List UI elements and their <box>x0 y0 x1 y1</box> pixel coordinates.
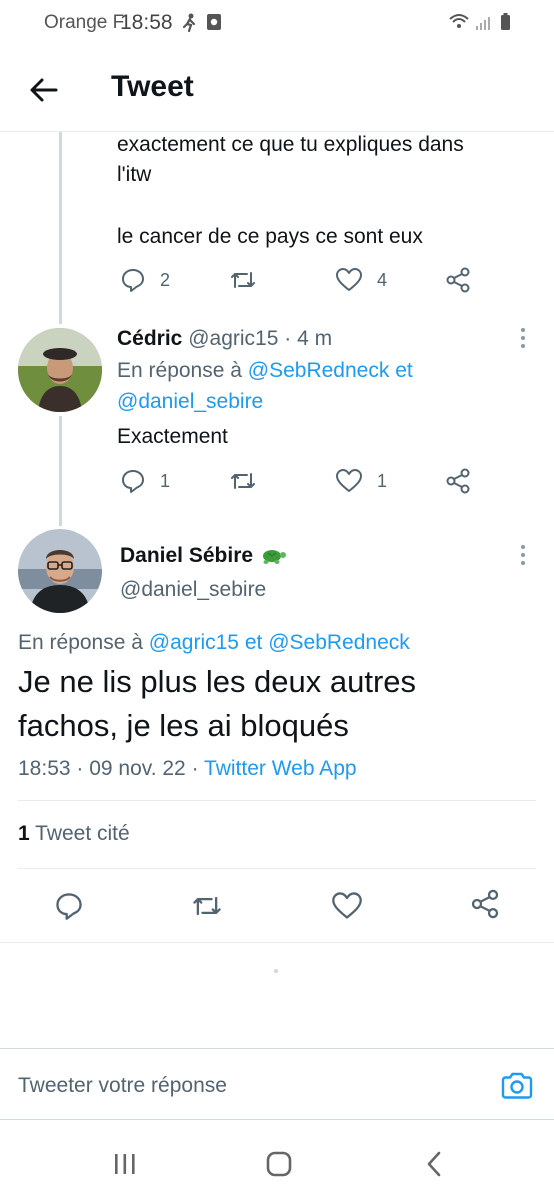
handle[interactable]: @daniel_sebire <box>120 574 266 605</box>
loading-indicator <box>274 969 278 973</box>
reply-icon <box>56 893 82 920</box>
running-icon <box>182 13 196 33</box>
like-count: 4 <box>377 269 388 290</box>
share-icon <box>446 468 470 494</box>
like-button[interactable]: 4 <box>335 265 387 295</box>
reply-count: 1 <box>160 470 171 491</box>
in-reply-to: En réponse à @agric15 et @SebRedneck <box>18 627 410 658</box>
reply-author-row: Cédric @agric15 · 4 m <box>117 323 332 354</box>
handle[interactable]: @agric15 <box>188 327 278 350</box>
reply-count: 2 <box>160 269 171 290</box>
share-icon <box>471 889 499 919</box>
page-title: Tweet <box>111 70 194 103</box>
reply-button[interactable]: 1 <box>120 466 170 496</box>
home-icon[interactable] <box>265 1150 293 1178</box>
status-bar: Orange F 18:58 <box>0 0 554 46</box>
avatar[interactable] <box>18 529 102 613</box>
tweet-timestamp: 18:53 · 09 nov. 22 · <box>18 757 199 780</box>
back-nav-icon[interactable] <box>422 1150 446 1178</box>
share-button[interactable] <box>444 466 472 496</box>
display-name[interactable]: Cédric <box>117 327 182 350</box>
source-app-link[interactable]: Twitter Web App <box>204 757 357 780</box>
retweet-icon <box>193 896 221 916</box>
like-count: 1 <box>377 470 388 491</box>
reply-button[interactable]: 2 <box>120 265 170 295</box>
media-icon <box>207 14 221 30</box>
share-icon <box>446 267 470 293</box>
more-options-icon[interactable] <box>519 545 527 569</box>
display-name[interactable]: Daniel Sébire <box>120 544 253 567</box>
avatar[interactable] <box>18 328 102 412</box>
tweet-text-line: exactement ce que tu expliques dans <box>117 133 464 156</box>
recent-apps-icon[interactable] <box>112 1152 138 1176</box>
status-icons <box>448 12 518 37</box>
camera-icon[interactable] <box>500 1069 534 1103</box>
wifi-signal-battery-icon <box>449 13 510 30</box>
retweet-button[interactable] <box>229 265 257 295</box>
quote-tweets-link[interactable]: 1 Tweet cité <box>18 818 130 849</box>
retweet-icon <box>231 473 255 489</box>
back-arrow-icon[interactable] <box>26 72 62 108</box>
timestamp: · 4 m <box>284 327 333 350</box>
avatar-photo-daniel <box>18 529 102 613</box>
mention-link[interactable]: @SebRedneck <box>248 359 390 382</box>
retweet-button[interactable] <box>229 466 257 496</box>
turtle-icon <box>262 550 286 564</box>
heart-icon <box>336 469 362 492</box>
divider <box>18 800 536 801</box>
reply-icon <box>122 269 144 292</box>
like-button[interactable]: 1 <box>335 466 387 496</box>
quote-count: 1 <box>18 822 30 845</box>
system-nav-bar <box>0 1128 554 1200</box>
thread-line <box>59 416 62 526</box>
heart-icon <box>336 268 362 291</box>
in-reply-prefix: En réponse à <box>18 631 143 654</box>
reply-input[interactable]: Tweeter votre réponse <box>18 1074 227 1098</box>
avatar-photo-cedric <box>18 328 102 412</box>
like-button[interactable] <box>331 891 363 921</box>
and-word: et <box>244 631 263 654</box>
mention-link[interactable]: @daniel_sebire <box>117 386 263 417</box>
more-options-icon[interactable] <box>519 328 527 352</box>
mention-link[interactable]: @agric15 <box>149 631 239 654</box>
top-bar: Tweet <box>0 46 554 132</box>
thread-line <box>59 132 62 324</box>
clock: 18:58 <box>120 11 173 34</box>
in-reply-prefix: En réponse à <box>117 359 242 382</box>
tweet-text-line: fachos, je les ai bloqués <box>18 708 349 743</box>
share-button[interactable] <box>469 889 501 919</box>
divider <box>18 868 536 869</box>
reply-button[interactable] <box>54 891 84 921</box>
tweet-text-line: Je ne lis plus les deux autres <box>18 664 417 699</box>
retweet-button[interactable] <box>191 891 223 921</box>
and-word: et <box>395 359 413 382</box>
carrier-label: Orange F <box>44 12 125 33</box>
divider <box>0 942 554 943</box>
mention-link[interactable]: @SebRedneck <box>268 631 410 654</box>
tweet-meta: 18:53 · 09 nov. 22 · Twitter Web App <box>18 753 357 784</box>
reply-composer[interactable]: Tweeter votre réponse <box>0 1048 554 1120</box>
in-reply-to: En réponse à @SebRedneck et <box>117 355 413 386</box>
tweet-text-line: l'itw <box>117 163 152 186</box>
quote-label: Tweet cité <box>35 822 130 845</box>
reply-icon <box>122 470 144 493</box>
tweet-text: Exactement <box>117 425 228 448</box>
tweet-text: Je ne lis plus les deux autres fachos, j… <box>18 660 416 748</box>
share-button[interactable] <box>444 265 472 295</box>
author-name-row: Daniel Sébire <box>120 540 287 571</box>
retweet-icon <box>231 272 255 288</box>
tweet-text-line: le cancer de ce pays ce sont eux <box>117 225 423 248</box>
heart-icon <box>332 892 362 919</box>
